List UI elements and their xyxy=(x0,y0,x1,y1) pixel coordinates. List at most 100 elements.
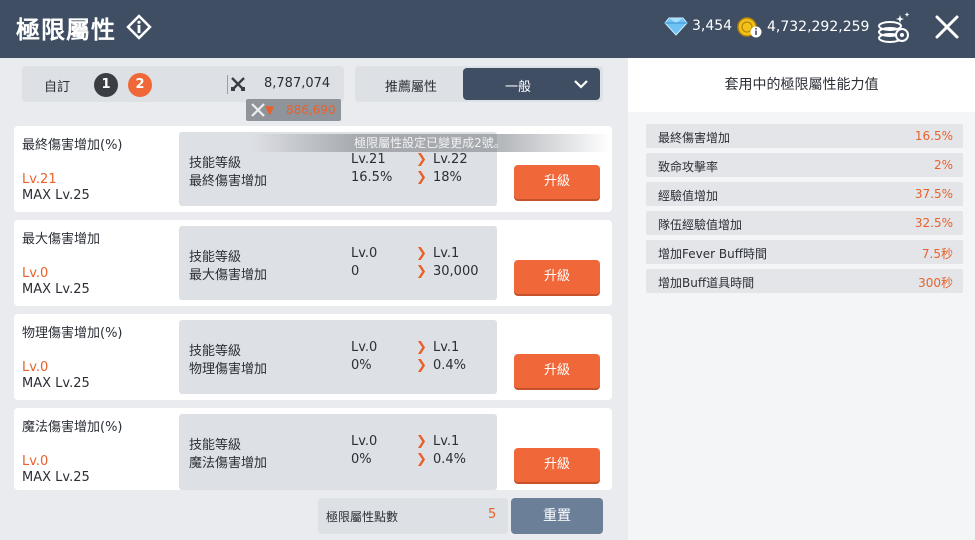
detail-label: 最大傷害增加 xyxy=(189,268,268,283)
attribute-detail: 技能等級 魔法傷害增加 Lv.0 0% ❯ ❯ Lv.1 0.4% xyxy=(179,414,497,490)
attribute-level: Lv.0 xyxy=(22,360,49,375)
attribute-card: 物理傷害增加(%) Lv.0 MAX Lv.25 技能等級 物理傷害增加 Lv.… xyxy=(14,314,612,400)
attribute-level: Lv.0 xyxy=(22,454,49,469)
stat-row: 隊伍經驗值增加 32.5% xyxy=(646,211,963,235)
current-value: 0 xyxy=(351,264,360,279)
decrease-arrow-icon: ▼ xyxy=(265,103,275,117)
next-value: Lv.1 xyxy=(433,340,460,355)
next-value: 30,000 xyxy=(433,264,479,279)
page-title: 極限屬性 xyxy=(16,16,116,44)
stat-value: 32.5% xyxy=(914,216,953,230)
reset-button[interactable]: 重置 xyxy=(511,498,603,534)
gold-coin-icon xyxy=(737,17,762,38)
attribute-max-level: MAX Lv.25 xyxy=(22,376,90,391)
current-value: Lv.0 xyxy=(351,246,378,261)
combat-power-change-value: 886,690 xyxy=(286,103,336,117)
current-value: 0% xyxy=(351,452,372,467)
chevron-right-icon: ❯ xyxy=(416,434,427,449)
upgrade-button[interactable]: 升級 xyxy=(514,165,600,199)
attribute-panel: 自訂 1 2 8,787,074 ▼ 886,690 推薦屬性 一般 極限屬性設… xyxy=(0,58,628,540)
attribute-name: 最大傷害增加 xyxy=(22,232,101,247)
attribute-name: 最終傷害增加(%) xyxy=(22,138,123,153)
stat-row: 最終傷害增加 16.5% xyxy=(646,124,963,148)
divider xyxy=(227,75,228,94)
dropdown-selected: 一般 xyxy=(504,80,531,95)
combat-power-value: 8,787,074 xyxy=(264,76,331,91)
attribute-detail: 技能等級 最大傷害增加 Lv.0 0 ❯ ❯ Lv.1 30,000 xyxy=(179,226,497,300)
upgrade-button[interactable]: 升級 xyxy=(514,260,600,294)
preset-bar: 自訂 1 2 8,787,074 xyxy=(22,66,344,102)
stat-name: 最終傷害增加 xyxy=(658,131,731,145)
detail-label: 技能等級 xyxy=(189,438,242,453)
stat-row: 經驗值增加 37.5% xyxy=(646,182,963,206)
attribute-level: Lv.21 xyxy=(22,172,57,187)
current-value: 16.5% xyxy=(351,170,393,185)
attribute-max-level: MAX Lv.25 xyxy=(22,188,90,203)
attribute-card: 最大傷害增加 Lv.0 MAX Lv.25 技能等級 最大傷害增加 Lv.0 0… xyxy=(14,220,612,306)
diamond-icon xyxy=(664,17,688,36)
stat-value: 2% xyxy=(933,158,953,172)
crossed-swords-icon xyxy=(251,103,265,117)
points-value: 5 xyxy=(488,507,497,522)
current-value: 0% xyxy=(351,358,372,373)
attribute-level: Lv.0 xyxy=(22,266,49,281)
chevron-right-icon: ❯ xyxy=(416,170,427,185)
stat-name: 增加Fever Buff時間 xyxy=(658,247,767,261)
detail-label: 最終傷害增加 xyxy=(189,174,268,189)
attribute-points-bar: 極限屬性點數 5 xyxy=(318,498,508,534)
recommend-bar: 推薦屬性 一般 xyxy=(355,66,603,102)
stat-row: 增加Buff道具時間 300秒 xyxy=(646,269,963,293)
preset-label: 自訂 xyxy=(44,80,71,95)
detail-label: 魔法傷害增加 xyxy=(189,456,268,471)
attribute-detail: 技能等級 物理傷害增加 Lv.0 0% ❯ ❯ Lv.1 0.4% xyxy=(179,320,497,394)
current-value: Lv.21 xyxy=(351,152,386,167)
stat-value: 37.5% xyxy=(914,187,953,201)
gold-amount: 4,732,292,259 xyxy=(767,19,870,35)
stat-value: 7.5秒 xyxy=(921,247,953,261)
info-icon[interactable] xyxy=(126,14,152,40)
combat-power-change: ▼ 886,690 xyxy=(246,99,341,121)
stat-value: 16.5% xyxy=(914,129,953,143)
diamond-counter: 3,454 xyxy=(664,16,732,36)
attribute-name: 魔法傷害增加(%) xyxy=(22,420,123,435)
chevron-right-icon: ❯ xyxy=(416,452,427,467)
top-bar: 極限屬性 3,454 4,732,292,259 xyxy=(0,0,975,58)
attribute-card: 魔法傷害增加(%) Lv.0 MAX Lv.25 技能等級 魔法傷害增加 Lv.… xyxy=(14,408,612,490)
crossed-swords-icon xyxy=(231,77,245,91)
attribute-max-level: MAX Lv.25 xyxy=(22,282,90,297)
next-value: Lv.22 xyxy=(433,152,468,167)
chevron-right-icon: ❯ xyxy=(416,246,427,261)
stat-row: 致命攻擊率 2% xyxy=(646,153,963,177)
preset-slot-1[interactable]: 1 xyxy=(94,73,118,97)
close-icon[interactable] xyxy=(934,14,960,40)
stat-row: 增加Fever Buff時間 7.5秒 xyxy=(646,240,963,264)
toast-message: 極限屬性設定已變更成2號。 xyxy=(250,134,610,152)
gold-counter: 4,732,292,259 xyxy=(737,16,869,38)
applied-stats-panel: 套用中的極限屬性能力值 最終傷害增加 16.5% 致命攻擊率 2% 經驗值增加 … xyxy=(628,58,975,540)
preset-slot-2[interactable]: 2 xyxy=(128,73,152,97)
upgrade-button[interactable]: 升級 xyxy=(514,354,600,388)
next-value: 0.4% xyxy=(433,358,467,373)
stat-name: 隊伍經驗值增加 xyxy=(658,218,743,232)
next-value: Lv.1 xyxy=(433,246,460,261)
chevron-right-icon: ❯ xyxy=(416,340,427,355)
recommend-label: 推薦屬性 xyxy=(385,80,438,95)
points-label: 極限屬性點數 xyxy=(326,510,399,524)
current-value: Lv.0 xyxy=(351,340,378,355)
chevron-right-icon: ❯ xyxy=(416,152,427,167)
detail-label: 技能等級 xyxy=(189,250,242,265)
stat-value: 300秒 xyxy=(918,276,953,290)
next-value: 18% xyxy=(433,170,462,185)
next-value: Lv.1 xyxy=(433,434,460,449)
stat-name: 致命攻擊率 xyxy=(658,160,719,174)
chevron-right-icon: ❯ xyxy=(416,264,427,279)
detail-label: 物理傷害增加 xyxy=(189,362,268,377)
chevron-down-icon xyxy=(574,80,588,89)
detail-label: 技能等級 xyxy=(189,156,242,171)
applied-stats-title: 套用中的極限屬性能力值 xyxy=(628,58,975,112)
stat-name: 經驗值增加 xyxy=(658,189,719,203)
diamond-amount: 3,454 xyxy=(692,18,733,34)
upgrade-button[interactable]: 升級 xyxy=(514,448,600,482)
coin-settings-icon[interactable] xyxy=(876,11,912,45)
recommend-dropdown[interactable]: 一般 xyxy=(463,68,600,100)
